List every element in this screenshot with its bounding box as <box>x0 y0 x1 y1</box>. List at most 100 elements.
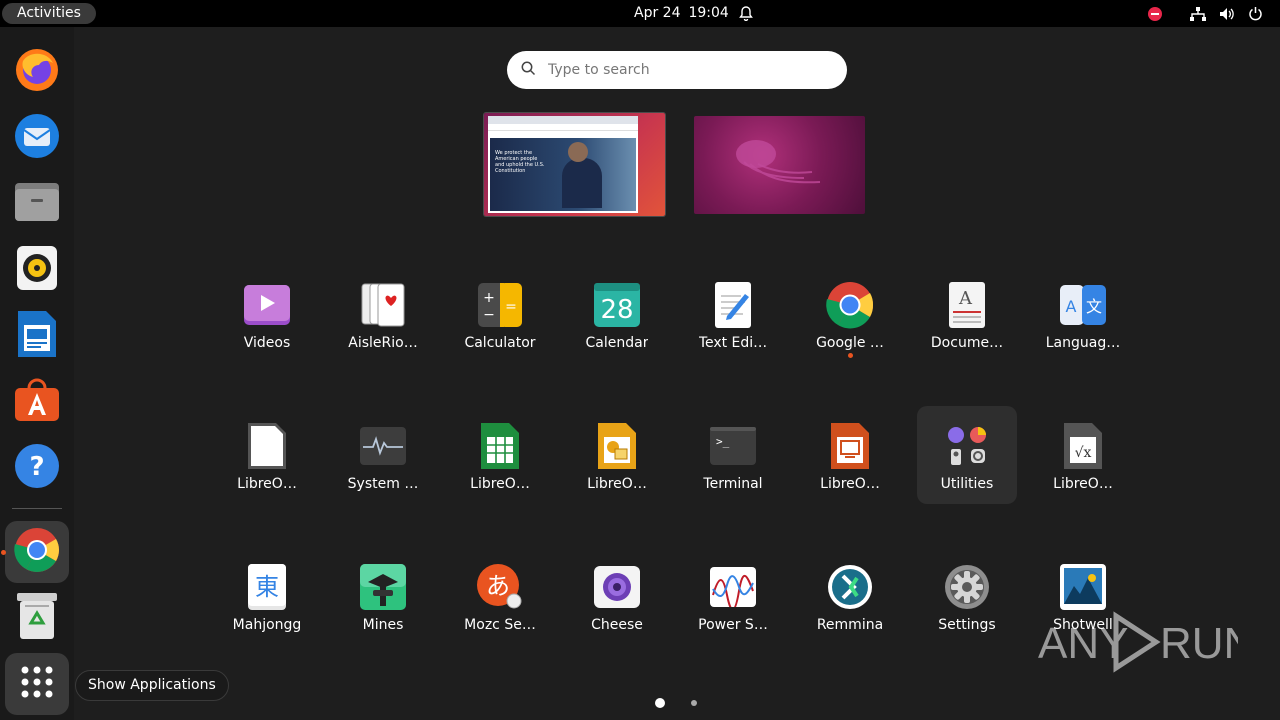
browser-hero-text: We protect the American people and uphol… <box>495 150 545 174</box>
anyrun-watermark: ANY RUN <box>1038 610 1255 674</box>
files-icon <box>14 181 60 227</box>
trash-icon <box>17 593 57 643</box>
document-viewer-icon: A <box>943 281 991 329</box>
bell-icon[interactable] <box>737 5 754 22</box>
calculator-icon: + − = <box>476 281 524 329</box>
do-not-disturb-icon[interactable] <box>1146 5 1163 22</box>
system-monitor-icon <box>359 422 407 470</box>
search-box[interactable] <box>507 51 847 89</box>
volume-icon[interactable] <box>1218 5 1235 22</box>
app-aisleriot[interactable]: AisleRio… <box>333 265 433 363</box>
app-document-viewer[interactable]: A Docume… <box>917 265 1017 363</box>
svg-text:文: 文 <box>1086 297 1102 316</box>
calendar-icon: 28 <box>593 281 641 329</box>
rhythmbox-icon <box>17 246 57 294</box>
svg-text:−: − <box>483 307 495 323</box>
dock-separator <box>12 508 62 509</box>
app-remmina[interactable]: Remmina <box>800 547 900 645</box>
app-mozc-setup[interactable]: あ Mozc Se… <box>450 547 550 645</box>
app-libreoffice-impress[interactable]: LibreO… <box>800 406 900 504</box>
svg-text:A: A <box>958 288 973 309</box>
language-icon: A文 <box>1059 281 1107 329</box>
top-bar: Activities Apr 24 19:04 <box>0 0 1280 27</box>
app-grid-icon <box>20 665 54 703</box>
app-libreoffice-calc[interactable]: LibreO… <box>450 406 550 504</box>
app-libreoffice-math[interactable]: √x LibreO… <box>1033 406 1133 504</box>
workspace-thumbnail-1[interactable]: We protect the American people and uphol… <box>484 113 665 216</box>
cards-icon <box>359 281 407 329</box>
dock-chrome[interactable] <box>1 521 69 583</box>
mines-icon <box>359 563 407 611</box>
app-mahjongg[interactable]: 東 Mahjongg <box>217 547 317 645</box>
dock-writer[interactable] <box>5 305 69 367</box>
app-text-editor[interactable]: Text Edi… <box>683 265 783 363</box>
app-utilities-folder[interactable]: Utilities <box>917 406 1017 504</box>
dock-software[interactable] <box>5 371 69 433</box>
app-libreoffice[interactable]: LibreO… <box>217 406 317 504</box>
svg-text:√x: √x <box>1075 445 1092 461</box>
app-system-monitor[interactable]: System … <box>333 406 433 504</box>
dock-files[interactable] <box>5 173 69 235</box>
dock-trash[interactable] <box>5 587 69 649</box>
clock[interactable]: Apr 24 19:04 <box>634 0 729 27</box>
dock-rhythmbox[interactable] <box>5 239 69 301</box>
app-terminal[interactable]: >_ Terminal <box>683 406 783 504</box>
app-calendar[interactable]: 28 Calendar <box>567 265 667 363</box>
software-icon <box>14 378 60 426</box>
terminal-icon: >_ <box>709 422 757 470</box>
firefox-icon <box>14 47 60 97</box>
svg-text:東: 東 <box>255 573 279 601</box>
app-settings[interactable]: Settings <box>917 547 1017 645</box>
activities-button[interactable]: Activities <box>2 3 96 24</box>
page-indicator-1[interactable] <box>655 698 665 708</box>
svg-text:?: ? <box>29 452 44 482</box>
page-indicator-2[interactable] <box>691 700 697 706</box>
dock: ? <box>0 27 74 720</box>
power-icon[interactable] <box>1247 5 1264 22</box>
cheese-icon <box>593 563 641 611</box>
dock-show-applications[interactable] <box>5 653 69 715</box>
running-indicator <box>848 353 853 358</box>
mozc-icon: あ <box>476 563 524 611</box>
settings-icon <box>943 563 991 611</box>
remmina-icon <box>826 563 874 611</box>
shotwell-icon <box>1059 563 1107 611</box>
network-icon[interactable] <box>1189 5 1206 22</box>
clock-date: Apr 24 <box>634 5 681 21</box>
running-indicator <box>1 550 6 555</box>
chrome-icon <box>826 281 874 329</box>
dock-firefox[interactable] <box>5 41 69 103</box>
libreoffice-icon <box>243 422 291 470</box>
search-icon <box>521 61 536 80</box>
videos-icon <box>243 281 291 329</box>
jellyfish-wallpaper <box>736 140 821 184</box>
svg-text:>_: >_ <box>716 435 730 448</box>
clock-time: 19:04 <box>688 5 729 21</box>
app-power-statistics[interactable]: Power S… <box>683 547 783 645</box>
app-libreoffice-draw[interactable]: LibreO… <box>567 406 667 504</box>
power-statistics-icon <box>709 563 757 611</box>
writer-icon <box>18 311 56 361</box>
svg-text:あ: あ <box>486 572 510 600</box>
math-icon: √x <box>1059 422 1107 470</box>
draw-icon <box>593 422 641 470</box>
calc-icon <box>476 422 524 470</box>
dock-thunderbird[interactable] <box>5 107 69 169</box>
dock-help[interactable]: ? <box>5 437 69 499</box>
workspace-thumbnail-2[interactable] <box>694 116 865 214</box>
app-mines[interactable]: Mines <box>333 547 433 645</box>
svg-text:28: 28 <box>600 295 633 325</box>
chrome-icon <box>13 526 61 578</box>
app-language-support[interactable]: A文 Languag… <box>1033 265 1133 363</box>
browser-window-preview: We protect the American people and uphol… <box>488 116 638 213</box>
help-icon: ? <box>14 443 60 493</box>
svg-text:+: + <box>483 290 495 306</box>
app-cheese[interactable]: Cheese <box>567 547 667 645</box>
app-calculator[interactable]: + − = Calculator <box>450 265 550 363</box>
app-google-chrome[interactable]: Google … <box>800 265 900 363</box>
svg-text:RUN: RUN <box>1160 619 1238 668</box>
search-input[interactable] <box>548 62 828 78</box>
text-editor-icon <box>709 281 757 329</box>
app-videos[interactable]: Videos <box>217 265 317 363</box>
impress-icon <box>826 422 874 470</box>
